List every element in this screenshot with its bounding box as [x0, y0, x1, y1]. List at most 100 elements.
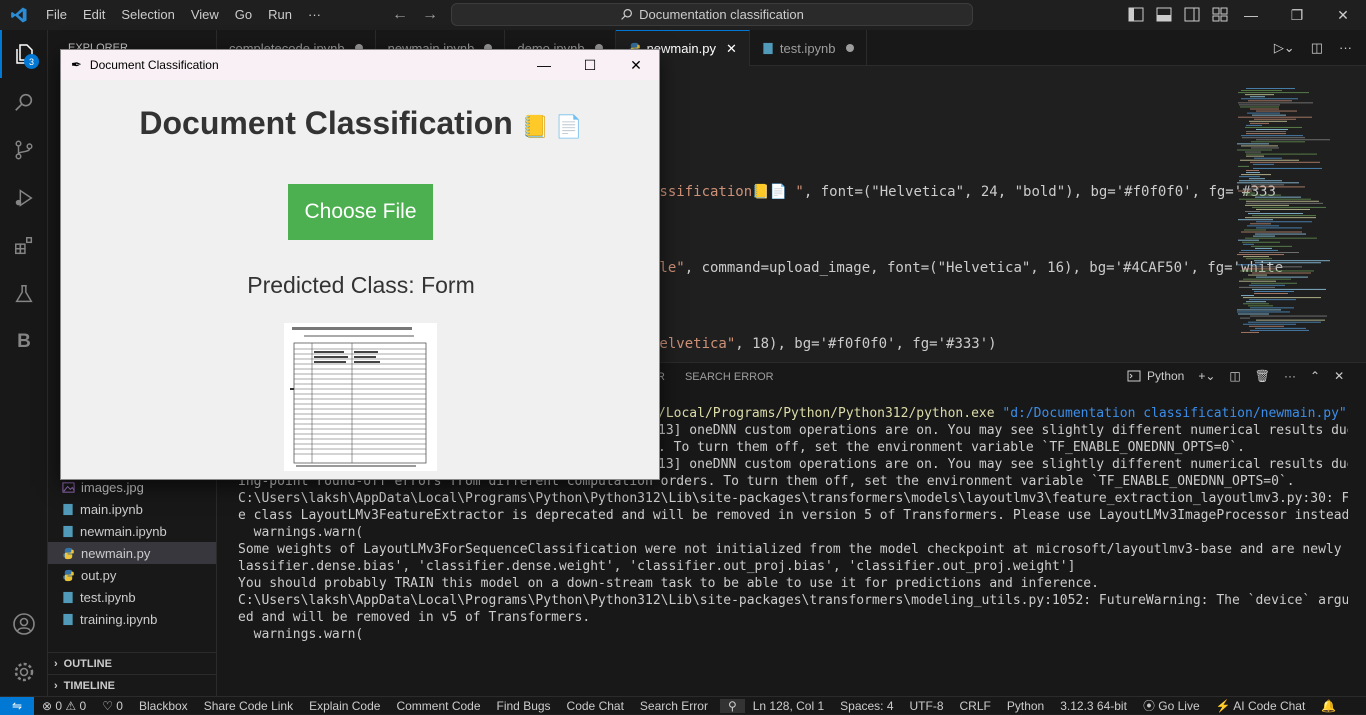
customize-layout-icon[interactable] [1212, 0, 1228, 30]
testing-activity[interactable] [0, 270, 48, 318]
split-editor-icon[interactable]: ◫ [1311, 30, 1323, 66]
file-main-ipynb[interactable]: main.ipynb [48, 498, 216, 520]
ports-indicator[interactable]: ♡ 0 [94, 699, 131, 713]
minimap-line [1238, 219, 1273, 221]
toggle-panel-icon[interactable] [1156, 0, 1172, 30]
menu-more[interactable]: ··· [300, 0, 329, 30]
minimap-line [1254, 290, 1294, 292]
ai-code-chat-button[interactable]: ⚡ AI Code Chat [1208, 699, 1314, 713]
file-newmain-py[interactable]: newmain.py [48, 542, 216, 564]
terminal-shell-name[interactable]: Python [1147, 369, 1184, 383]
notifications-bell-icon[interactable]: 🔔 [1313, 699, 1344, 713]
minimap-line [1241, 295, 1254, 297]
minimap-line [1241, 98, 1298, 100]
status-search-error[interactable]: Search Error [632, 699, 716, 713]
tab-test-ipynb[interactable]: test.ipynb [750, 30, 867, 66]
minimap-line [1245, 217, 1316, 219]
minimap-line [1252, 114, 1286, 116]
extensions-activity[interactable] [0, 222, 48, 270]
status-share-code-link[interactable]: Share Code Link [196, 699, 301, 713]
zoom-icon[interactable]: ⚲ [719, 698, 745, 713]
minimize-icon[interactable]: — [1228, 0, 1274, 30]
forward-arrow-icon[interactable]: → [422, 0, 438, 30]
minimap-line [1242, 268, 1276, 270]
menu-view[interactable]: View [183, 0, 227, 30]
minimap-line [1255, 233, 1306, 235]
terminal-line: You should probably TRAIN this model on … [238, 576, 1099, 591]
file-label: images.jpg [81, 479, 144, 495]
outline-section[interactable]: › OUTLINE [48, 652, 216, 674]
more-actions-icon[interactable]: ··· [1339, 30, 1352, 66]
menu-selection[interactable]: Selection [113, 0, 182, 30]
minimap-line [1252, 206, 1326, 208]
run-python-icon[interactable]: ▷⌄ [1274, 30, 1295, 66]
status-code-chat[interactable]: Code Chat [559, 699, 632, 713]
back-arrow-icon[interactable]: ← [392, 0, 408, 30]
search-icon [15, 93, 33, 111]
chevron-right-icon: › [54, 657, 58, 670]
file-out-py[interactable]: out.py [48, 564, 216, 586]
encoding[interactable]: UTF-8 [902, 699, 952, 713]
minimap-line [1254, 157, 1282, 159]
status-blackbox[interactable]: Blackbox [131, 699, 196, 713]
cursor-position[interactable]: Ln 128, Col 1 [745, 699, 832, 713]
language-mode[interactable]: Python [999, 699, 1052, 713]
file-newmain-ipynb[interactable]: newmain.ipynb [48, 520, 216, 542]
close-icon[interactable]: ✕ [1320, 0, 1366, 30]
status-comment-code[interactable]: Comment Code [388, 699, 488, 713]
minimize-icon[interactable]: — [521, 50, 567, 80]
end-of-line[interactable]: CRLF [952, 699, 999, 713]
menu-run[interactable]: Run [260, 0, 300, 30]
toggle-sidebar-icon[interactable] [1128, 0, 1144, 30]
new-terminal-icon[interactable]: +⌄ [1198, 369, 1215, 383]
timeline-section[interactable]: › TIMELINE [48, 674, 216, 696]
manage-activity[interactable] [0, 648, 48, 696]
remote-indicator-icon[interactable]: ⇋ [0, 696, 34, 715]
split-terminal-icon[interactable]: ◫ [1229, 369, 1240, 383]
minimap-line [1238, 190, 1252, 192]
file-label: test.ipynb [80, 589, 136, 605]
panel-tab-search-error[interactable]: SEARCH ERROR [685, 371, 774, 383]
notebook-emoji-icon: 📒 📄 [521, 114, 583, 139]
restore-icon[interactable]: ❐ [1274, 0, 1320, 30]
maximize-panel-icon[interactable]: ⌃ [1310, 369, 1320, 383]
python-interpreter[interactable]: 3.12.3 64-bit [1052, 699, 1135, 713]
run-debug-activity[interactable] [0, 174, 48, 222]
trash-icon[interactable]: 🗑 [1255, 369, 1270, 383]
more-actions-icon[interactable]: ··· [1284, 369, 1296, 383]
problems-indicator[interactable]: ⊗ 0 ⚠ 0 [34, 699, 94, 713]
file-label: main.ipynb [80, 501, 143, 517]
terminal-line: e class LayoutLMv3FeatureExtractor is de… [238, 508, 1348, 523]
menu-edit[interactable]: Edit [75, 0, 113, 30]
menu-file[interactable]: File [38, 0, 75, 30]
status-explain-code[interactable]: Explain Code [301, 699, 388, 713]
minimap-line [1255, 262, 1321, 264]
modified-dot-icon [845, 44, 854, 52]
file-training-ipynb[interactable]: training.ipynb [48, 608, 216, 630]
go-live-button[interactable]: ⦿ Go Live [1135, 697, 1208, 714]
close-panel-icon[interactable]: ✕ [1334, 369, 1344, 383]
minimap-line [1255, 327, 1306, 329]
command-center-search[interactable]: Documentation classification [451, 3, 973, 26]
minimap-line [1246, 202, 1323, 204]
close-icon[interactable]: ✕ [613, 50, 659, 80]
maximize-icon[interactable]: ☐ [567, 50, 613, 80]
search-activity[interactable] [0, 78, 48, 126]
blackbox-activity[interactable]: B [0, 318, 48, 366]
indentation[interactable]: Spaces: 4 [832, 699, 901, 713]
minimap-line [1251, 282, 1297, 284]
close-tab-icon[interactable]: ✕ [726, 41, 737, 57]
terminal-icon [1127, 370, 1141, 382]
menu-go[interactable]: Go [227, 0, 260, 30]
status-find-bugs[interactable]: Find Bugs [489, 699, 559, 713]
toggle-secondary-sidebar-icon[interactable] [1184, 0, 1200, 30]
python-file-icon [63, 569, 74, 581]
choose-file-button[interactable]: Choose File [288, 184, 433, 240]
file-test-ipynb[interactable]: test.ipynb [48, 586, 216, 608]
notebook-file-icon [763, 42, 773, 54]
minimap[interactable] [1232, 88, 1352, 338]
accounts-activity[interactable] [0, 600, 48, 648]
explorer-activity[interactable]: 3 [0, 30, 48, 78]
source-control-activity[interactable] [0, 126, 48, 174]
minimap-line [1255, 196, 1301, 198]
